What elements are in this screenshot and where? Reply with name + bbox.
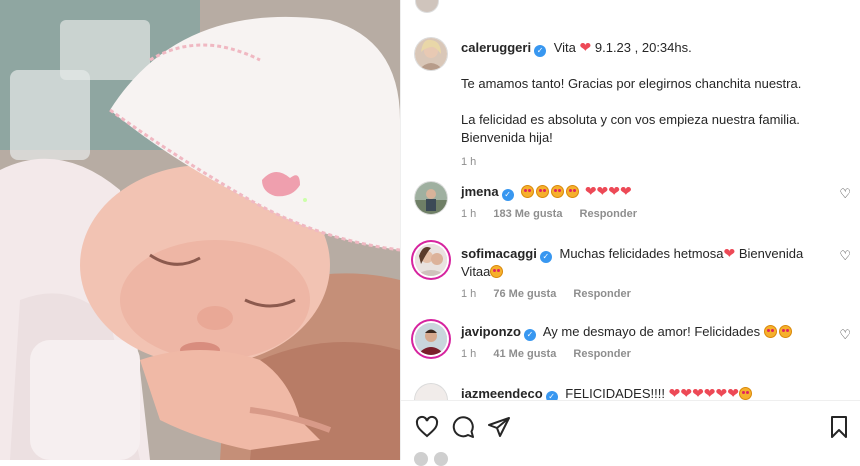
post-caption: caleruggeri ✓ Vita ❤ 9.1.23 , 20:34hs. Te… — [415, 38, 845, 171]
comment-text: Muchas felicidades hetmosa — [559, 246, 724, 261]
verified-icon: ✓ — [534, 45, 547, 57]
caption-paragraph-1: Te amamos tanto! Gracias por elegirnos c… — [461, 76, 802, 91]
likes-summary-cutoff — [414, 452, 448, 466]
red-hearts-icon: ❤❤❤❤ — [584, 183, 632, 199]
comment-like-heart-icon[interactable]: ♡ — [839, 327, 851, 343]
comment-likes[interactable]: 76 Me gusta — [493, 288, 556, 300]
heart-icon[interactable] — [415, 415, 439, 439]
comment-icon[interactable] — [451, 415, 475, 439]
comment-likes[interactable]: 183 Me gusta — [493, 208, 562, 220]
post-photo[interactable] — [0, 0, 400, 460]
avatar-javiponzo[interactable] — [415, 323, 447, 355]
emoji-heart-eyes-icon — [490, 265, 504, 278]
reply-button[interactable]: Responder — [580, 208, 637, 220]
verified-icon: ✓ — [539, 251, 552, 263]
comment-time[interactable]: 1 h — [461, 348, 476, 360]
comments-panel: caleruggeri ✓ Vita ❤ 9.1.23 , 20:34hs. Te… — [401, 0, 860, 460]
avatar-caleruggeri[interactable] — [415, 38, 447, 70]
red-hearts-icon: ❤❤❤❤❤❤ — [668, 385, 739, 401]
comment-username[interactable]: sofimacaggi — [461, 246, 537, 261]
baby-photo-illustration — [0, 0, 400, 460]
avatar-sofimacaggi[interactable] — [415, 244, 447, 276]
heart-emoji-icon: ❤ — [723, 245, 736, 261]
caption-intro: Vita — [553, 40, 576, 55]
emoji-heart-eyes-icon — [521, 184, 581, 199]
reply-button[interactable]: Responder — [573, 288, 630, 300]
bookmark-icon[interactable] — [827, 415, 851, 439]
avatar-jmena[interactable] — [415, 182, 447, 214]
caption-time[interactable]: 1 h — [461, 156, 476, 168]
caption-username[interactable]: caleruggeri — [461, 40, 531, 55]
comment-item: sofimacaggi ✓ Muchas felicidades hetmosa❤… — [415, 244, 855, 303]
emoji-heart-eyes-icon — [739, 387, 752, 400]
comment-username[interactable]: javiponzo — [461, 324, 521, 339]
reply-button[interactable]: Responder — [573, 348, 630, 360]
post-action-bar — [401, 400, 860, 453]
comment-item: jmena ✓ ❤❤❤❤ 1 h 183 Me gusta Responder ♡ — [415, 182, 855, 223]
caption-date: 9.1.23 , 20:34hs. — [594, 40, 692, 55]
avatar[interactable] — [415, 0, 439, 13]
emoji-heart-eyes-icon — [763, 324, 794, 339]
comment-time[interactable]: 1 h — [461, 208, 476, 220]
comment-text: FELICIDADES!!!! — [565, 386, 665, 401]
comment-username[interactable]: jmena — [461, 184, 499, 199]
comment-like-heart-icon[interactable]: ♡ — [839, 248, 851, 264]
heart-emoji-icon: ❤ — [579, 39, 592, 55]
comment-time[interactable]: 1 h — [461, 288, 476, 300]
caption-paragraph-2: La felicidad es absoluta y con vos empie… — [461, 112, 800, 145]
post-header-cutoff — [415, 0, 439, 13]
verified-icon: ✓ — [501, 189, 514, 201]
avatar[interactable] — [434, 452, 448, 466]
comment-item: javiponzo ✓ Ay me desmayo de amor! Felici… — [415, 323, 855, 363]
avatar[interactable] — [414, 452, 428, 466]
comment-likes[interactable]: 41 Me gusta — [493, 348, 556, 360]
verified-icon: ✓ — [523, 329, 536, 341]
comment-like-heart-icon[interactable]: ♡ — [839, 186, 851, 202]
comment-text: Ay me desmayo de amor! Felicidades — [542, 324, 761, 339]
comment-username[interactable]: iazmeendeco — [461, 386, 543, 401]
share-icon[interactable] — [487, 415, 511, 439]
